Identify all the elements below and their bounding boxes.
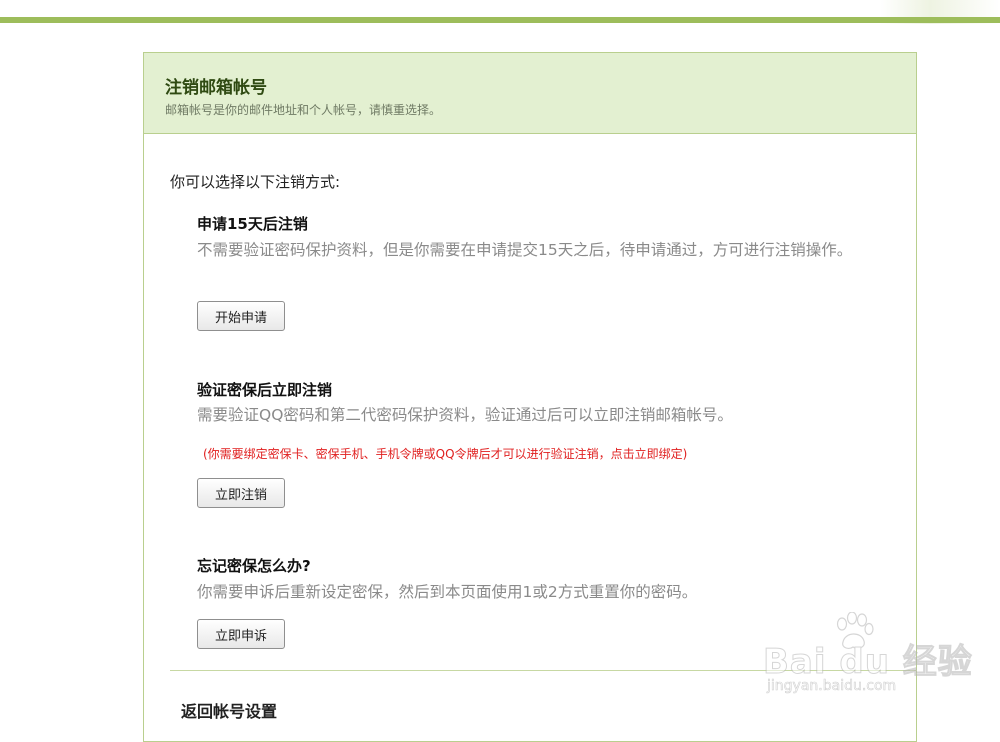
- baidu-jingyan-watermark: Bai du 经验 jingyan.baidu.com: [763, 611, 972, 702]
- appeal-now-button[interactable]: 立即申诉: [197, 619, 285, 649]
- cancel-now-button[interactable]: 立即注销: [197, 478, 285, 508]
- watermark-url: jingyan.baidu.com: [767, 678, 897, 695]
- watermark-brand: Bai du 经验: [763, 642, 973, 683]
- bind-security-warning[interactable]: (你需要绑定密保卡、密保手机、手机令牌或QQ令牌后才可以进行验证注销，点击立即绑…: [203, 445, 687, 462]
- start-apply-button[interactable]: 开始申请: [197, 301, 285, 331]
- option-immediate-title: 验证密保后立即注销: [197, 381, 333, 399]
- back-to-account-settings-link[interactable]: 返回帐号设置: [181, 698, 277, 722]
- page-title: 注销邮箱帐号: [165, 78, 267, 98]
- top-accent-line: [0, 17, 1000, 23]
- options-intro: 你可以选择以下注销方式:: [170, 173, 341, 191]
- page-subtitle: 邮箱帐号是你的邮件地址和个人帐号，请慎重选择。: [165, 103, 442, 117]
- option-delayed-description: 不需要验证密码保护资料，但是你需要在申请提交15天之后，待申请通过，方可进行注销…: [197, 241, 853, 259]
- option-delayed-title: 申请15天后注销: [197, 215, 308, 233]
- panel-header: 注销邮箱帐号 邮箱帐号是你的邮件地址和个人帐号，请慎重选择。: [144, 53, 916, 134]
- option-forgot-title: 忘记密保怎么办?: [197, 557, 311, 575]
- option-immediate-description: 需要验证QQ密码和第二代密码保护资料，验证通过后可以立即注销邮箱帐号。: [197, 406, 733, 424]
- option-forgot-description: 你需要申诉后重新设定密保，然后到本页面使用1或2方式重置你的密码。: [197, 583, 698, 601]
